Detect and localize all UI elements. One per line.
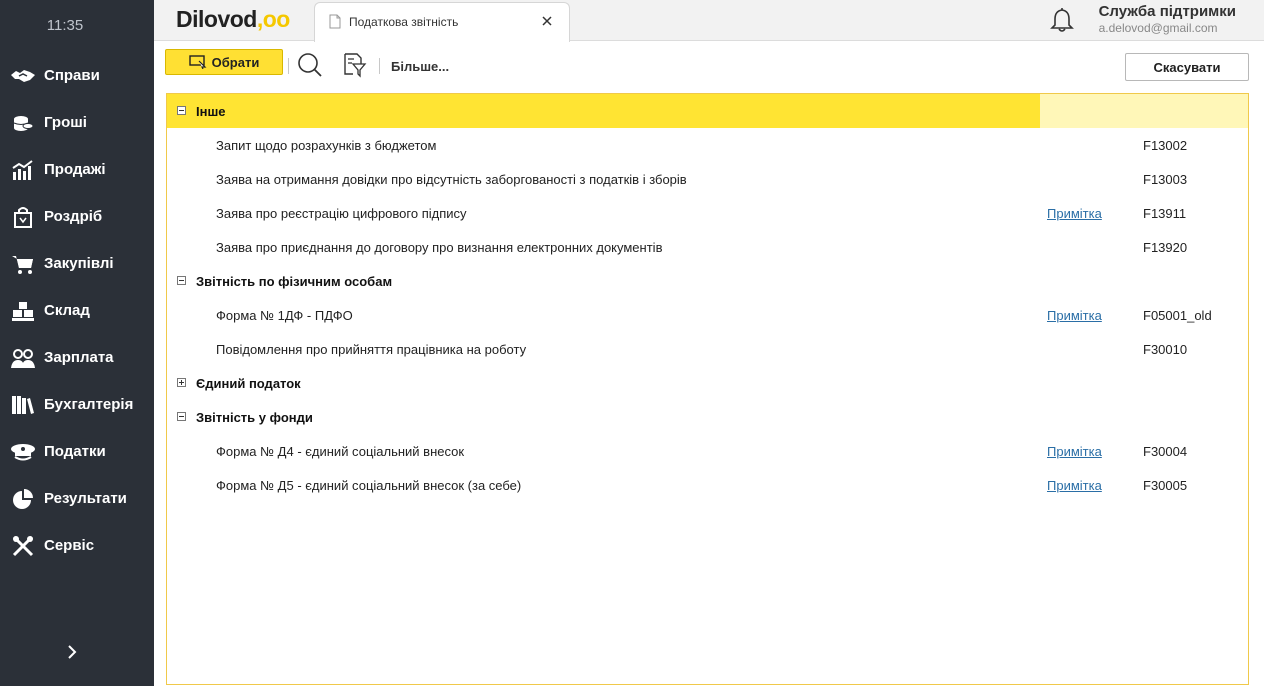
collapse-icon[interactable] [177, 106, 186, 115]
logo[interactable]: Dilovod,oo [176, 6, 290, 33]
item-name: Форма № Д4 - єдиний соціальний внесок [216, 443, 465, 459]
sidebar-item-label: Зарплата [44, 349, 114, 366]
group-row-individuals[interactable]: Звітність по фізичним особам [167, 264, 1248, 298]
sidebar-item-rezultaty[interactable]: Результати [0, 475, 154, 522]
tab-tax-reporting[interactable]: Податкова звітність [314, 2, 570, 42]
divider [379, 58, 380, 74]
item-code: F13002 [1143, 137, 1188, 153]
note-link[interactable]: Примітка [1047, 444, 1102, 459]
group-row-single-tax[interactable]: Єдиний податок [167, 366, 1248, 400]
note-link[interactable]: Примітка [1047, 206, 1102, 221]
sidebar-item-label: Продажі [44, 161, 106, 178]
item-name: Запит щодо розрахунків з бюджетом [216, 137, 437, 153]
item-name: Форма № 1ДФ - ПДФО [216, 307, 353, 323]
books-icon [10, 392, 36, 418]
list-item[interactable]: Заява про реєстрацію цифрового підпису П… [167, 196, 1248, 230]
item-code: F30010 [1143, 341, 1188, 357]
bell-icon[interactable] [1050, 7, 1074, 38]
sidebar-item-label: Закупівлі [44, 255, 114, 272]
search-icon[interactable] [297, 52, 323, 83]
sidebar-item-servis[interactable]: Сервіс [0, 522, 154, 569]
sidebar-item-label: Склад [44, 302, 90, 319]
item-name: Повідомлення про прийняття працівника на… [216, 341, 527, 357]
sidebar-item-label: Гроші [44, 114, 87, 131]
group-title: Інше [196, 103, 226, 119]
item-code: F13911 [1143, 205, 1187, 221]
filter-icon[interactable] [343, 52, 367, 83]
collapse-icon[interactable] [177, 412, 186, 421]
list-item[interactable]: Запит щодо розрахунків з бюджетом F13002 [167, 128, 1248, 162]
item-code: F05001_old [1143, 307, 1212, 323]
tools-icon [10, 533, 36, 559]
support-email: a.delovod@gmail.com [1098, 21, 1218, 35]
sidebar-item-label: Податки [44, 443, 106, 460]
sidebar-item-spravy[interactable]: Справи [0, 52, 154, 99]
sidebar: 11:35 Справи Гроші Продажі Роздріб Закуп… [0, 0, 154, 686]
document-icon [329, 14, 341, 34]
sidebar-item-sklad[interactable]: Склад [0, 287, 154, 334]
divider [288, 58, 289, 74]
group-title: Звітність у фонди [196, 409, 313, 425]
officer-cap-icon [10, 439, 36, 465]
sidebar-item-zakupivli[interactable]: Закупівлі [0, 240, 154, 287]
clock: 11:35 [46, 17, 84, 34]
note-link[interactable]: Примітка [1047, 308, 1102, 323]
select-button[interactable]: Обрати [165, 49, 283, 75]
handshake-icon [10, 63, 36, 89]
item-code: F30005 [1143, 477, 1188, 493]
shopping-bag-icon [10, 204, 36, 230]
people-icon [10, 345, 36, 371]
sidebar-item-prodazhi[interactable]: Продажі [0, 146, 154, 193]
list-item[interactable]: Форма № Д5 - єдиний соціальний внесок (з… [167, 468, 1248, 502]
group-title: Звітність по фізичним особам [196, 273, 393, 289]
item-name: Заява на отримання довідки про відсутніс… [216, 171, 687, 187]
close-icon[interactable] [541, 14, 553, 32]
select-cursor-icon [188, 55, 207, 69]
sales-chart-icon [10, 157, 36, 183]
header: Dilovod,oo Податкова звітність Служба пі… [154, 0, 1264, 42]
support-block[interactable]: Служба підтримки a.delovod@gmail.com [1099, 3, 1236, 35]
item-name: Форма № Д5 - єдиний соціальний внесок (з… [216, 477, 522, 493]
sidebar-item-groshi[interactable]: Гроші [0, 99, 154, 146]
sidebar-item-podatky[interactable]: Податки [0, 428, 154, 475]
group-title: Єдиний податок [196, 375, 301, 391]
coins-icon [10, 110, 36, 136]
sidebar-item-rozdrib[interactable]: Роздріб [0, 193, 154, 240]
list-item[interactable]: Заява про приєднання до договору про виз… [167, 230, 1248, 264]
cart-icon [10, 251, 36, 277]
boxes-icon [10, 298, 36, 324]
group-row-other[interactable]: Інше [167, 94, 1248, 128]
sidebar-item-label: Сервіс [44, 537, 95, 554]
report-list: Інше Запит щодо розрахунків з бюджетом F… [166, 93, 1249, 685]
sidebar-item-label: Результати [44, 490, 127, 507]
pie-chart-icon [10, 486, 36, 512]
item-code: F13920 [1143, 239, 1188, 255]
item-code: F30004 [1143, 443, 1188, 459]
tab-title: Податкова звітність [349, 15, 459, 29]
list-item[interactable]: Форма № Д4 - єдиний соціальний внесок Пр… [167, 434, 1248, 468]
collapse-icon[interactable] [177, 276, 186, 285]
list-item[interactable]: Форма № 1ДФ - ПДФО Примітка F05001_old [167, 298, 1248, 332]
toolbar: Обрати Більше... Скасувати [154, 41, 1264, 93]
list-item[interactable]: Повідомлення про прийняття працівника на… [167, 332, 1248, 366]
sidebar-nav: Справи Гроші Продажі Роздріб Закупівлі С… [0, 52, 154, 569]
sidebar-item-label: Справи [44, 67, 100, 84]
sidebar-item-label: Роздріб [44, 208, 103, 225]
sidebar-item-zarplata[interactable]: Зарплата [0, 334, 154, 381]
sidebar-item-bukhhalteriia[interactable]: Бухгалтерія [0, 381, 154, 428]
item-code: F13003 [1143, 171, 1188, 187]
cancel-button[interactable]: Скасувати [1125, 53, 1249, 81]
group-row-funds[interactable]: Звітність у фонди [167, 400, 1248, 434]
more-button[interactable]: Більше... [391, 59, 449, 74]
list-item[interactable]: Заява на отримання довідки про відсутніс… [167, 162, 1248, 196]
sidebar-item-label: Бухгалтерія [44, 396, 134, 413]
item-name: Заява про приєднання до договору про виз… [216, 239, 663, 255]
item-name: Заява про реєстрацію цифрового підпису [216, 205, 467, 221]
chevron-right-icon[interactable] [64, 642, 80, 662]
expand-icon[interactable] [177, 378, 186, 387]
support-title: Служба підтримки [1098, 3, 1236, 20]
note-link[interactable]: Примітка [1047, 478, 1102, 493]
